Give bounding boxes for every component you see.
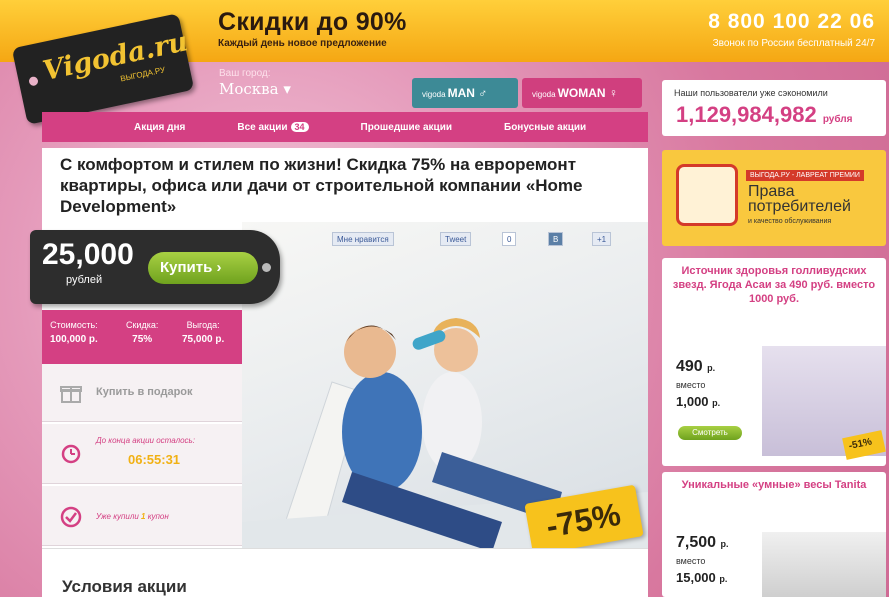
nav-item-all-deals[interactable]: Все акции 34 [211,121,334,133]
offer-old-unit: р. [712,398,721,408]
award-footer: и качество обслуживания [748,218,832,225]
offer-view-button[interactable]: Смотреть [678,426,742,440]
deals-count-badge: 34 [290,121,309,132]
savings-number: 1,129,984,982 [676,102,817,127]
stat-discount: Скидка: 75% [126,320,158,345]
gift-label: Купить в подарок [96,386,193,398]
scales-product-image [762,532,886,597]
man-label: MAN [447,86,475,100]
deal-timer: До конца акции осталось: 06:55:31 [42,424,242,484]
chevron-right-icon: › [216,259,222,276]
gift-icon [60,386,82,403]
facebook-like-button[interactable]: Мне нравится [332,232,394,246]
savings-label: Наши пользователи уже сэкономили [674,88,828,98]
deal-currency: рублей [66,274,103,286]
savings-value: 1,129,984,982 рубля [676,102,852,128]
offer-old-price: 15,000 р. [676,570,727,585]
gift-button[interactable]: Купить в подарок [42,364,242,422]
promo-title: Скидки до 90% [218,8,407,36]
chevron-down-icon: ▾ [283,80,291,98]
discount-value: -75% [543,495,624,545]
basket-award-icon [676,164,738,226]
stat-savings-label: Выгода: [186,320,220,330]
tweet-count: 0 [502,232,517,246]
promo-subtitle: Каждый день новое предложение [218,38,387,49]
offer-price-value: 490 [676,358,703,375]
conditions-section: Условия акции [42,548,648,597]
google-plus-button[interactable]: +1 [592,232,612,246]
stat-cost: Стоимость: 100,000 р. [50,320,98,345]
man-prefix: vigoda [422,90,446,99]
stat-discount-label: Скидка: [126,320,159,330]
check-circle-icon [60,506,82,528]
city-value: Москва [219,80,279,98]
sidebar-offer-scales[interactable]: Уникальные «умные» весы Tanita 7,500 р. … [662,472,886,597]
city-label: Ваш город: [219,68,271,79]
savings-counter: Наши пользователи уже сэкономили 1,129,9… [662,80,886,136]
page: Скидки до 90% Каждый день новое предложе… [0,0,889,597]
phone-note: Звонок по России бесплатный 24/7 [712,38,875,49]
offer-old-value: 15,000 [676,570,716,585]
bought-info: Уже купили 1 купон [42,486,242,546]
nav-item-past-deals[interactable]: Прошедшие акции [335,122,478,133]
conditions-title: Условия акции [62,577,187,596]
offer-price-unit: р. [707,363,716,373]
woman-label: WOMAN [557,86,606,100]
vk-share-button[interactable]: B [548,232,564,246]
deal-price: 25,000 [42,238,134,271]
deal-stats: Стоимость: 100,000 р. Скидка: 75% Выгода: 7… [42,310,242,364]
offer-was-label: вместо [676,380,706,390]
sidebar-offer-acai[interactable]: Источник здоровья голливудских звезд. Яг… [662,258,886,466]
price-tag: 25,000 рублей Купить › [30,230,280,304]
award-banner[interactable]: ВЫГОДА.РУ - ЛАВРЕАТ ПРЕМИИ Права потреби… [662,150,886,246]
facebook-like-label: Мне нравится [337,235,389,244]
bought-pre: Уже купили [96,512,139,521]
award-banner-label: ВЫГОДА.РУ - ЛАВРЕАТ ПРЕМИИ [746,170,864,181]
tag-hole-icon [262,263,271,272]
offer-old-price: 1,000 р. [676,394,720,409]
award-title: Права потребителей [748,183,851,215]
buy-label: Купить [160,259,213,276]
nav-item-deal-of-day[interactable]: Акция дня [42,122,211,133]
stat-cost-value: 100,000 р. [50,334,98,345]
stat-savings: Выгода: 75,000 р. [182,320,224,345]
savings-unit: рубля [822,114,853,125]
stat-cost-label: Стоимость: [50,320,98,330]
offer-price-value: 7,500 [676,534,717,551]
phone-number: 8 800 100 22 06 [708,10,875,33]
buy-button[interactable]: Купить › [148,252,258,284]
woman-icon: ♀ [608,86,618,100]
main-nav: Акция дня Все акции 34 Прошедшие акции Бо… [42,112,648,142]
offer-old-value: 1,000 [676,394,709,409]
tweet-label: Tweet [445,235,467,244]
alarm-clock-icon [61,444,81,464]
bought-label: Уже купили 1 купон [96,512,169,521]
nav-all-label: Все акции [237,121,288,133]
offer-price-unit: р. [720,539,729,549]
city-selector[interactable]: Москва ▾ [219,80,291,98]
stat-discount-value: 75% [132,334,153,345]
timer-label: До конца акции осталось: [96,436,195,445]
offer-price: 7,500 р. [676,534,729,552]
stat-savings-value: 75,000 р. [182,334,225,345]
offer-title: Уникальные «умные» весы Tanita [681,479,867,491]
bought-count: 1 [141,512,146,521]
vigoda-man-button[interactable]: vigoda MAN ♂ [412,78,518,108]
nav-item-bonus-deals[interactable]: Бонусные акции [478,122,612,133]
vigoda-woman-button[interactable]: vigoda WOMAN ♀ [522,78,642,108]
offer-was-label: вместо [676,556,706,566]
timer-value: 06:55:31 [128,452,181,467]
offer-old-unit: р. [719,574,728,584]
deal-title: С комфортом и стилем по жизни! Скидка 75… [60,155,583,216]
offer-title: Источник здоровья голливудских звезд. Яг… [672,265,876,305]
bought-post: купон [147,512,169,521]
woman-prefix: vigoda [532,90,556,99]
offer-price: 490 р. [676,358,715,376]
tweet-button[interactable]: Tweet [440,232,472,246]
man-icon: ♂ [478,86,488,100]
tag-hole-icon [28,75,39,87]
